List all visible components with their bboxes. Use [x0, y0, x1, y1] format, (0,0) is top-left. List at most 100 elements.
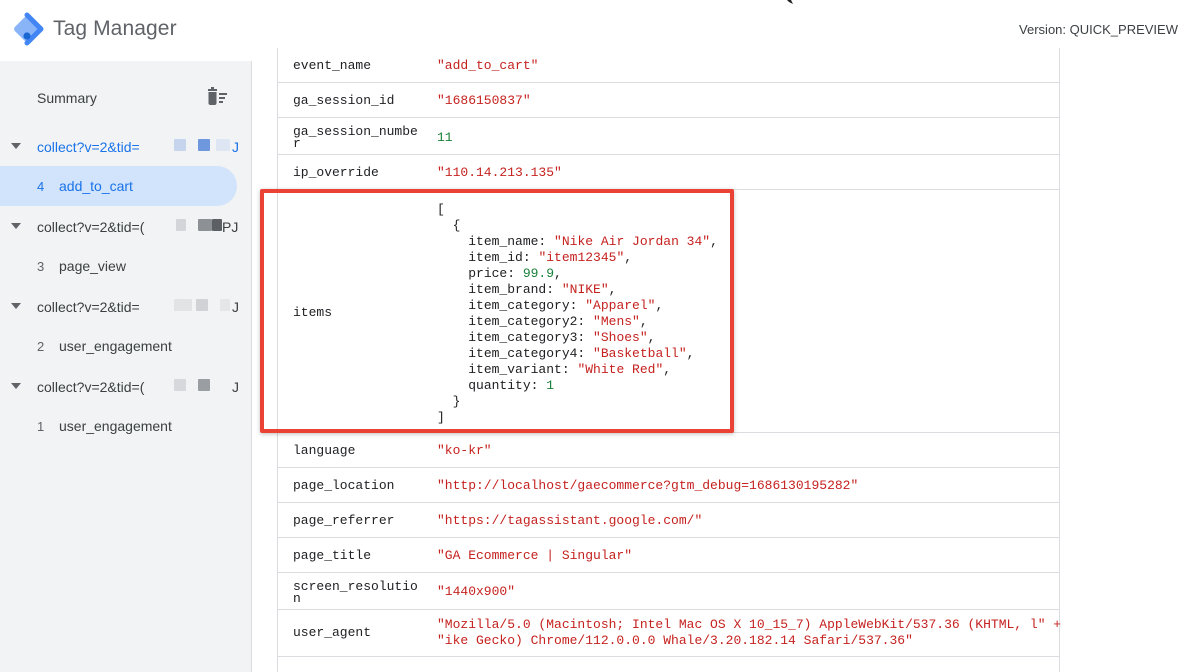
param-value: "1686150837" [437, 93, 531, 108]
json-value: "Shoes" [593, 330, 648, 345]
redacted-block [174, 139, 186, 151]
table-row: language "ko-kr" [278, 433, 1059, 468]
json-value: "item12345" [538, 250, 625, 265]
summary-label: Summary [37, 90, 97, 106]
param-key: ga_session_id [293, 93, 395, 108]
version-label: Version: QUICK_PREVIEW [1019, 22, 1178, 37]
json-key: item_category4: [468, 346, 594, 361]
param-value: "http://localhost/gaecommerce?gtm_debug=… [437, 478, 859, 493]
json-comma: , [686, 346, 695, 361]
table-row: ga_session_id "1686150837" [278, 83, 1059, 118]
table-row: page_referrer "https://tagassistant.goog… [278, 503, 1059, 538]
event-item-add-to-cart[interactable]: 4 add_to_cart [0, 166, 237, 206]
param-key: page_location [293, 478, 395, 493]
event-label: add_to_cart [59, 178, 133, 194]
caret-down-icon[interactable] [11, 143, 21, 149]
request-group-2[interactable]: collect?v=2&tid=( PJ [0, 206, 252, 246]
redacted-block [174, 379, 186, 391]
caret-down-icon[interactable] [11, 223, 21, 229]
json-value: "NIKE" [561, 282, 609, 297]
mouse-cursor-icon [787, 0, 793, 4]
json-key: item_category: [468, 298, 586, 313]
app-title: Tag Manager [53, 17, 177, 40]
request-group-3[interactable]: collect?v=2&tid= J [0, 286, 252, 326]
table-row: page_location "http://localhost/gaecomme… [278, 468, 1059, 503]
request-label: collect?v=2&tid=( [37, 379, 145, 395]
request-label-suffix: J [232, 299, 239, 315]
event-item-page-view[interactable]: 3 page_view [0, 246, 237, 286]
json-bracket: [ [437, 202, 445, 217]
request-group-4[interactable]: collect?v=2&tid=( J [0, 366, 252, 406]
json-value: "Apparel" [585, 298, 656, 313]
param-value: "Mozilla/5.0 (Macintosh; Intel Mac OS X … [437, 617, 1061, 649]
param-value-line: "ike Gecko) Chrome/112.0.0.0 Whale/3.20.… [437, 633, 913, 648]
param-key: event_name [293, 58, 372, 73]
json-key: item_brand: [468, 282, 562, 297]
param-key-line: screen_resolutio [293, 579, 418, 594]
request-group-1[interactable]: collect?v=2&tid= J [0, 126, 252, 166]
event-item-user-engagement[interactable]: 2 user_engagement [0, 326, 237, 366]
event-number: 2 [37, 339, 45, 354]
event-number: 1 [37, 419, 45, 434]
event-label: user_engagement [59, 418, 172, 434]
event-label: user_engagement [59, 338, 172, 354]
param-value: "110.14.213.135" [437, 165, 562, 180]
table-row: page_title "GA Ecommerce | Singular" [278, 538, 1059, 573]
json-key: item_category2: [468, 314, 594, 329]
caret-down-icon[interactable] [11, 383, 21, 389]
redacted-block [176, 219, 186, 231]
json-comma: , [608, 282, 617, 297]
param-key-line: ga_session_numbe [293, 124, 418, 139]
caret-down-icon[interactable] [11, 303, 21, 309]
param-value: "https://tagassistant.google.com/" [437, 513, 703, 528]
json-value: 99.9 [522, 266, 555, 281]
json-value: "Mens" [593, 314, 640, 329]
event-number: 4 [37, 179, 45, 194]
json-key: price: [468, 266, 523, 281]
table-row: ip_override "110.14.213.135" [278, 155, 1059, 190]
param-key: screen_resolutio n [293, 579, 423, 606]
param-key: ga_session_numbe r [293, 124, 423, 151]
event-parameters-table: event_name "add_to_cart" ga_session_id "… [277, 48, 1061, 672]
json-value: "Nike Air Jordan 34" [554, 234, 711, 249]
delete-sweep-icon[interactable] [205, 87, 229, 107]
redacted-block [212, 219, 222, 231]
event-number: 3 [37, 259, 45, 274]
json-value: "White Red" [577, 362, 664, 377]
param-value: 11 [437, 130, 453, 145]
json-key: item_variant: [468, 362, 578, 377]
redacted-block [196, 299, 208, 311]
json-key: item_id: [468, 250, 539, 265]
param-value: "1440x900" [437, 584, 516, 599]
param-value: "add_to_cart" [437, 58, 539, 73]
json-brace: { [452, 218, 461, 233]
json-comma: , [655, 298, 664, 313]
json-comma: , [624, 250, 633, 265]
json-comma: , [554, 266, 562, 281]
param-value: "ko-kr" [437, 443, 492, 458]
json-bracket: ] [437, 410, 445, 425]
param-key: page_title [293, 548, 372, 563]
json-value: 1 [546, 378, 555, 393]
json-brace: } [452, 394, 461, 409]
param-key: ip_override [293, 165, 379, 180]
request-label: collect?v=2&tid=( [37, 219, 145, 235]
summary-item[interactable]: Summary [0, 77, 252, 117]
event-item-user-engagement[interactable]: 1 user_engagement [0, 406, 237, 446]
json-comma: , [663, 362, 672, 377]
json-key: item_category3: [468, 330, 594, 345]
json-key: quantity: [468, 378, 547, 393]
redacted-block [198, 219, 212, 231]
param-key-line: n [293, 591, 301, 606]
table-row-empty [278, 657, 1059, 672]
param-key: page_referrer [293, 513, 395, 528]
param-key-line: r [293, 136, 301, 151]
param-value: "GA Ecommerce | Singular" [437, 548, 633, 563]
redacted-block [220, 299, 230, 311]
json-comma: , [639, 314, 648, 329]
request-label: collect?v=2&tid= [37, 299, 140, 315]
request-label-suffix: J [232, 139, 239, 155]
param-key: language [293, 443, 356, 458]
tag-manager-logo-icon [14, 12, 44, 46]
table-row: screen_resolutio n "1440x900" [278, 573, 1059, 610]
